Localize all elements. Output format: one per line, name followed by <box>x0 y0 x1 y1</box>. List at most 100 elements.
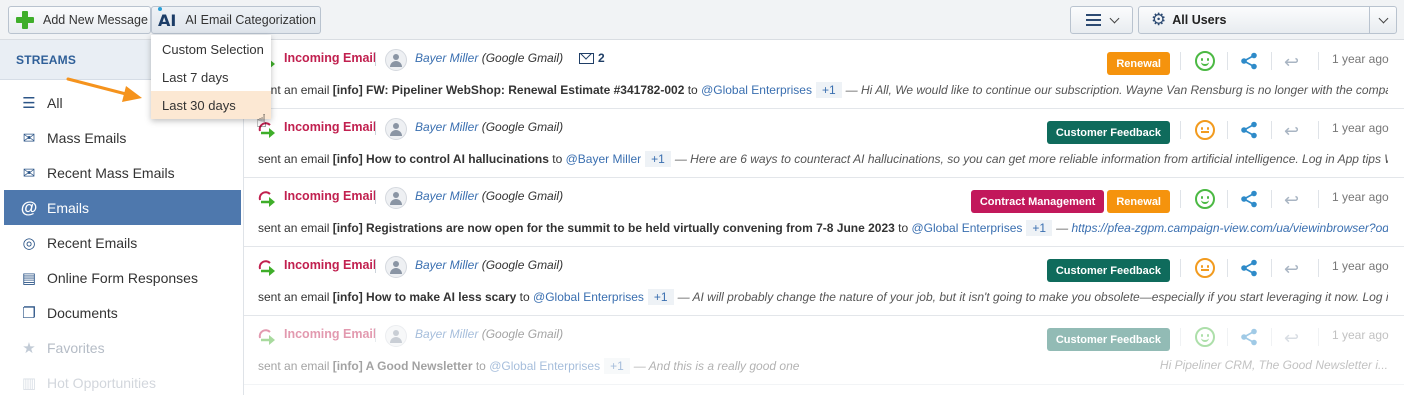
email-subject[interactable]: [info] How to control AI hallucinations <box>333 152 549 166</box>
sentiment-positive-icon[interactable] <box>1195 189 1215 209</box>
sender-name[interactable]: Bayer Miller <box>415 327 478 341</box>
dropdown-item-last-30-days[interactable]: Last 30 days <box>151 91 271 119</box>
category-tag[interactable]: Contract Management <box>970 190 1105 213</box>
timestamp: 1 year ago <box>1332 328 1389 342</box>
timestamp: 1 year ago <box>1332 190 1389 204</box>
sender-name[interactable]: Bayer Miller <box>415 189 478 203</box>
avatar <box>385 256 407 278</box>
email-subject[interactable]: [info] How to make AI less scary <box>333 290 517 304</box>
view-menu-button[interactable] <box>1070 6 1133 34</box>
activity-feed: Incoming Email Bayer Miller (Google Gmail… <box>244 40 1404 395</box>
sentiment-positive-icon[interactable] <box>1195 51 1215 71</box>
more-recipients-badge[interactable]: +1 <box>647 289 674 305</box>
sender-source: (Google Gmail) <box>481 189 564 203</box>
email-link[interactable]: https://pfea-zgpm.campaign-view.com/ua/v… <box>1071 221 1388 235</box>
feed-row-summary: sent an email [info] A Good Newsletter t… <box>258 358 1388 374</box>
feed-row-header: Incoming Email Bayer Miller (Google Gmail… <box>244 178 1404 214</box>
recipient-link[interactable]: @Global Enterprises <box>489 359 600 373</box>
sender-name[interactable]: Bayer Miller <box>415 51 478 65</box>
sender: Bayer Miller (Google Gmail) <box>415 189 563 203</box>
sidebar-item-online-form-responses[interactable]: ▤ Online Form Responses <box>4 260 241 295</box>
sender: Bayer Miller (Google Gmail) <box>415 120 563 134</box>
sentiment-neutral-icon[interactable] <box>1195 258 1215 278</box>
sentiment-neutral-icon[interactable] <box>1195 120 1215 140</box>
email-subject[interactable]: [info] FW: Pipeliner WebShop: Renewal Es… <box>333 83 685 97</box>
feed-row[interactable]: Incoming Email Bayer Miller (Google Gmail… <box>244 247 1404 316</box>
divider <box>1180 121 1181 139</box>
sidebar-item-hot-opportunities[interactable]: ▥ Hot Opportunities <box>4 365 241 395</box>
more-recipients-badge[interactable]: +1 <box>604 358 630 374</box>
incoming-email-icon <box>258 260 275 276</box>
sidebar-item-favorites[interactable]: ★ Favorites <box>4 330 241 365</box>
category-tags: Customer Feedback <box>1046 328 1170 351</box>
reply-icon[interactable]: ↩ <box>1284 328 1299 349</box>
users-filter-toggle[interactable] <box>1369 7 1396 33</box>
sidebar-item-recent-mass-emails[interactable]: ✉ Recent Mass Emails <box>4 155 241 190</box>
sender-source: (Google Gmail) <box>481 120 564 134</box>
more-recipients-badge[interactable]: +1 <box>645 151 671 167</box>
divider <box>1318 328 1319 346</box>
divider <box>1271 52 1272 70</box>
chart-icon: ▥ <box>21 374 37 392</box>
mass-email-icon: ✉ <box>22 129 36 147</box>
category-tag[interactable]: Customer Feedback <box>1046 121 1170 144</box>
feed-row-header: Incoming Email Bayer Miller (Google Gmail… <box>244 40 1404 76</box>
share-icon[interactable] <box>1240 259 1258 277</box>
sender-source: (Google Gmail) <box>481 51 564 65</box>
category-tag[interactable]: Customer Feedback <box>1046 328 1170 351</box>
share-icon[interactable] <box>1240 328 1258 346</box>
users-filter-label: All Users <box>1172 13 1227 27</box>
ai-email-categorization-label: AI Email Categorization <box>185 13 316 27</box>
category-tag[interactable]: Renewal <box>1107 52 1170 75</box>
divider <box>1180 52 1181 70</box>
email-thread-count[interactable]: 2 <box>579 51 605 65</box>
reply-icon[interactable]: ↩ <box>1284 121 1299 142</box>
share-icon[interactable] <box>1240 190 1258 208</box>
divider <box>375 328 376 342</box>
users-filter-dropdown[interactable]: ⚙ All Users <box>1138 6 1397 34</box>
sidebar-item-label: Recent Emails <box>47 234 138 251</box>
sidebar-item-recent-emails[interactable]: ◎ Recent Emails <box>4 225 241 260</box>
divider <box>1318 52 1319 70</box>
dropdown-item-last-7-days[interactable]: Last 7 days <box>151 63 271 91</box>
documents-icon: ❐ <box>22 304 36 322</box>
share-icon[interactable] <box>1240 52 1258 70</box>
add-new-message-button[interactable]: Add New Message <box>8 6 151 34</box>
recipient-link[interactable]: @Bayer Miller <box>566 152 642 166</box>
feed-row[interactable]: Incoming Email Bayer Miller (Google Gmail… <box>244 40 1404 109</box>
category-tag[interactable]: Renewal <box>1107 190 1170 213</box>
reply-icon[interactable]: ↩ <box>1284 190 1299 211</box>
recipient-link[interactable]: @Global Enterprises <box>912 221 1023 235</box>
summary-prefix: sent an email <box>258 290 333 304</box>
sender-name[interactable]: Bayer Miller <box>415 120 478 134</box>
divider <box>1180 328 1181 346</box>
ai-email-categorization-button[interactable]: AI AI Email Categorization <box>151 6 321 34</box>
feed-row[interactable]: Incoming Email Bayer Miller (Google Gmail… <box>244 316 1404 385</box>
dropdown-item-custom-selection[interactable]: Custom Selection <box>151 35 271 63</box>
sentiment-positive-icon[interactable] <box>1195 327 1215 347</box>
sidebar-item-label: Emails <box>47 199 90 216</box>
reply-icon[interactable]: ↩ <box>1284 52 1299 73</box>
divider <box>375 190 376 204</box>
email-subject[interactable]: [info] A Good Newsletter <box>333 359 473 373</box>
sidebar-item-documents[interactable]: ❐ Documents <box>4 295 241 330</box>
category-tags: Customer Feedback <box>1046 121 1170 144</box>
ai-icon: AI <box>158 6 176 30</box>
feed-row[interactable]: Incoming Email Bayer Miller (Google Gmail… <box>244 178 1404 247</box>
feed-row[interactable]: Incoming Email Bayer Miller (Google Gmail… <box>244 109 1404 178</box>
sidebar-item-emails[interactable]: @ Emails <box>4 190 241 225</box>
sidebar-item-mass-emails[interactable]: ✉ Mass Emails <box>4 120 241 155</box>
sidebar-item-label: Online Form Responses <box>47 269 198 286</box>
more-recipients-badge[interactable]: +1 <box>1026 220 1053 236</box>
email-excerpt: — AI will probably change the nature of … <box>677 290 1388 304</box>
share-icon[interactable] <box>1240 121 1258 139</box>
category-tags: Contract Management Renewal <box>970 190 1170 213</box>
more-recipients-badge[interactable]: +1 <box>815 82 842 98</box>
feed-row-summary: sent an email [info] Registrations are n… <box>258 220 1388 236</box>
email-subject[interactable]: [info] Registrations are now open for th… <box>333 221 895 235</box>
recipient-link[interactable]: @Global Enterprises <box>701 83 812 97</box>
category-tag[interactable]: Customer Feedback <box>1046 259 1170 282</box>
reply-icon[interactable]: ↩ <box>1284 259 1299 280</box>
sender-name[interactable]: Bayer Miller <box>415 258 478 272</box>
recipient-link[interactable]: @Global Enterprises <box>533 290 644 304</box>
